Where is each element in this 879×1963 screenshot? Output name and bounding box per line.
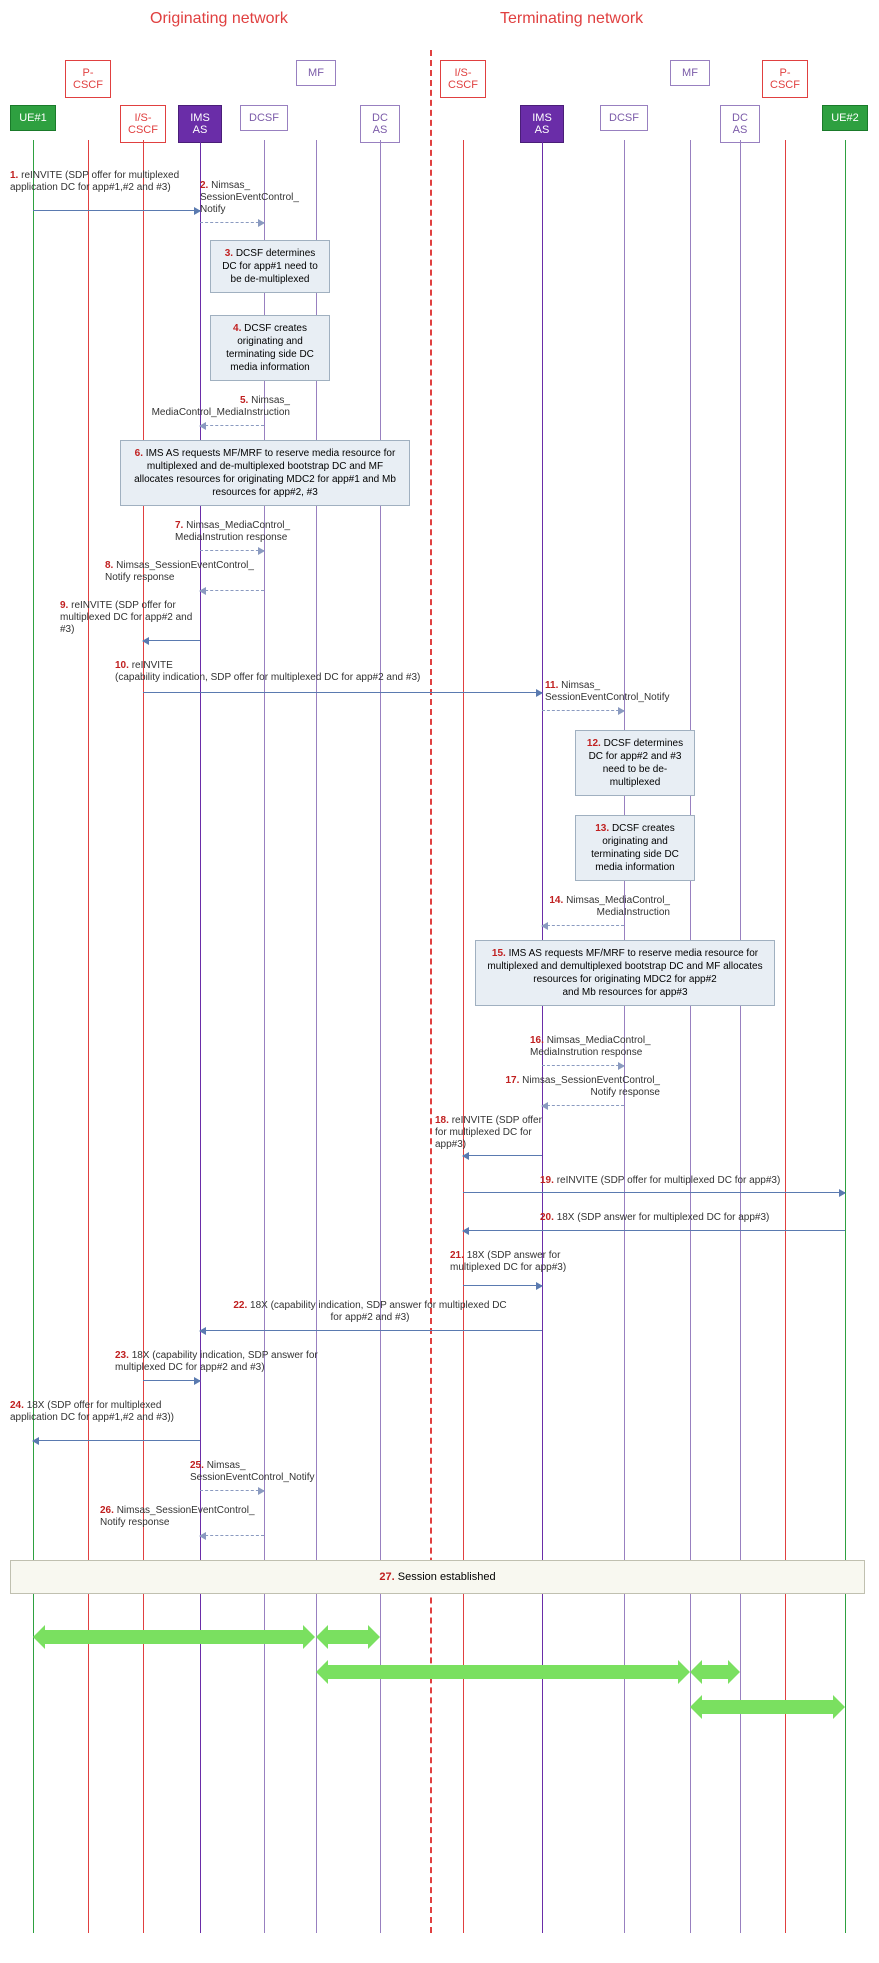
note-13: 13. DCSF creates originating and termina… [575, 815, 695, 881]
msg-22: 22. 18X (capability indication, SDP answ… [230, 1300, 510, 1324]
media-arrow-3 [328, 1665, 678, 1679]
msg-9: 9. reINVITE (SDP offer for multiplexed D… [60, 600, 195, 636]
terminating-network-label: Terminating network [500, 10, 643, 28]
lifeline-ue1 [33, 140, 34, 1933]
lifeline-pcscf-t [785, 140, 786, 1933]
lifeline-ue2 [845, 140, 846, 1933]
actor-dcsf-orig: DCSF [240, 105, 288, 131]
msg-7: 7. Nimsas_MediaControl_ MediaInstrution … [175, 520, 315, 544]
arrow-21 [463, 1285, 542, 1286]
note-12: 12. DCSF determines DC for app#2 and #3 … [575, 730, 695, 796]
actor-ue1: UE#1 [10, 105, 56, 131]
msg-5: 5. Nimsas_ MediaControl_MediaInstruction [140, 395, 290, 419]
arrow-24 [33, 1440, 200, 1441]
arrow-22 [200, 1330, 542, 1331]
note-6: 6. IMS AS requests MF/MRF to reserve med… [120, 440, 410, 506]
lifeline-dcas-t [740, 140, 741, 1933]
arrow-9 [143, 640, 200, 641]
msg-14: 14. Nimsas_MediaControl_ MediaInstructio… [500, 895, 670, 919]
msg-23: 23. 18X (capability indication, SDP answ… [115, 1350, 365, 1374]
sequence-diagram: Originating network Terminating network … [0, 0, 879, 1963]
msg-8: 8. Nimsas_SessionEventControl_ Notify re… [105, 560, 275, 584]
note-3: 3. DCSF determines DC for app#1 need to … [210, 240, 330, 293]
arrow-20 [463, 1230, 845, 1231]
msg-26: 26. Nimsas_SessionEventControl_ Notify r… [100, 1505, 280, 1529]
msg-2: 2. Nimsas_ SessionEventControl_ Notify [200, 180, 320, 216]
msg-10: 10. reINVITE (capability indication, SDP… [115, 660, 465, 684]
arrow-11 [542, 710, 624, 711]
arrow-2 [200, 222, 264, 223]
originating-network-label: Originating network [150, 10, 288, 28]
arrow-14 [542, 925, 624, 926]
actor-imsas-term: IMS AS [520, 105, 564, 143]
network-divider [430, 50, 432, 1933]
actor-dcsf-term: DCSF [600, 105, 648, 131]
arrow-19 [463, 1192, 845, 1193]
arrow-1 [33, 210, 200, 211]
arrow-23 [143, 1380, 200, 1381]
media-arrow-1 [45, 1630, 303, 1644]
actor-pcscf-orig: P- CSCF [65, 60, 111, 98]
actor-imsas-orig: IMS AS [178, 105, 222, 143]
session-established-box: 27. Session established [10, 1560, 865, 1594]
msg-20: 20. 18X (SDP answer for multiplexed DC f… [540, 1212, 840, 1224]
msg-1: 1. reINVITE (SDP offer for multiplexed a… [10, 170, 190, 194]
msg-11: 11. Nimsas_ SessionEventControl_Notify [545, 680, 705, 704]
media-arrow-5 [702, 1700, 833, 1714]
msg-25: 25. Nimsas_ SessionEventControl_Notify [190, 1460, 350, 1484]
media-arrow-4 [702, 1665, 728, 1679]
arrow-26 [200, 1535, 264, 1536]
arrow-10 [143, 692, 542, 693]
actor-dcas-term: DC AS [720, 105, 760, 143]
actor-ue2: UE#2 [822, 105, 868, 131]
actor-pcscf-term: P- CSCF [762, 60, 808, 98]
msg-17: 17. Nimsas_SessionEventControl_ Notify r… [480, 1075, 660, 1099]
actor-iscscf-orig: I/S- CSCF [120, 105, 166, 143]
actor-mf-term: MF [670, 60, 710, 86]
msg-18: 18. reINVITE (SDP offer for multiplexed … [435, 1115, 550, 1151]
media-arrow-2 [328, 1630, 368, 1644]
actor-dcas-orig: DC AS [360, 105, 400, 143]
msg-24: 24. 18X (SDP offer for multiplexed appli… [10, 1400, 190, 1424]
note-15: 15. IMS AS requests MF/MRF to reserve me… [475, 940, 775, 1006]
arrow-8 [200, 590, 264, 591]
msg-16: 16. Nimsas_MediaControl_ MediaInstrution… [530, 1035, 690, 1059]
actor-mf-orig: MF [296, 60, 336, 86]
arrow-5 [200, 425, 264, 426]
arrow-17 [542, 1105, 624, 1106]
arrow-16 [542, 1065, 624, 1066]
actor-iscscf-term: I/S- CSCF [440, 60, 486, 98]
msg-21: 21. 18X (SDP answer for multiplexed DC f… [450, 1250, 610, 1274]
arrow-7 [200, 550, 264, 551]
arrow-18 [463, 1155, 542, 1156]
msg-19: 19. reINVITE (SDP offer for multiplexed … [540, 1175, 840, 1187]
note-4: 4. DCSF creates originating and terminat… [210, 315, 330, 381]
arrow-25 [200, 1490, 264, 1491]
lifeline-pcscf-o [88, 140, 89, 1933]
